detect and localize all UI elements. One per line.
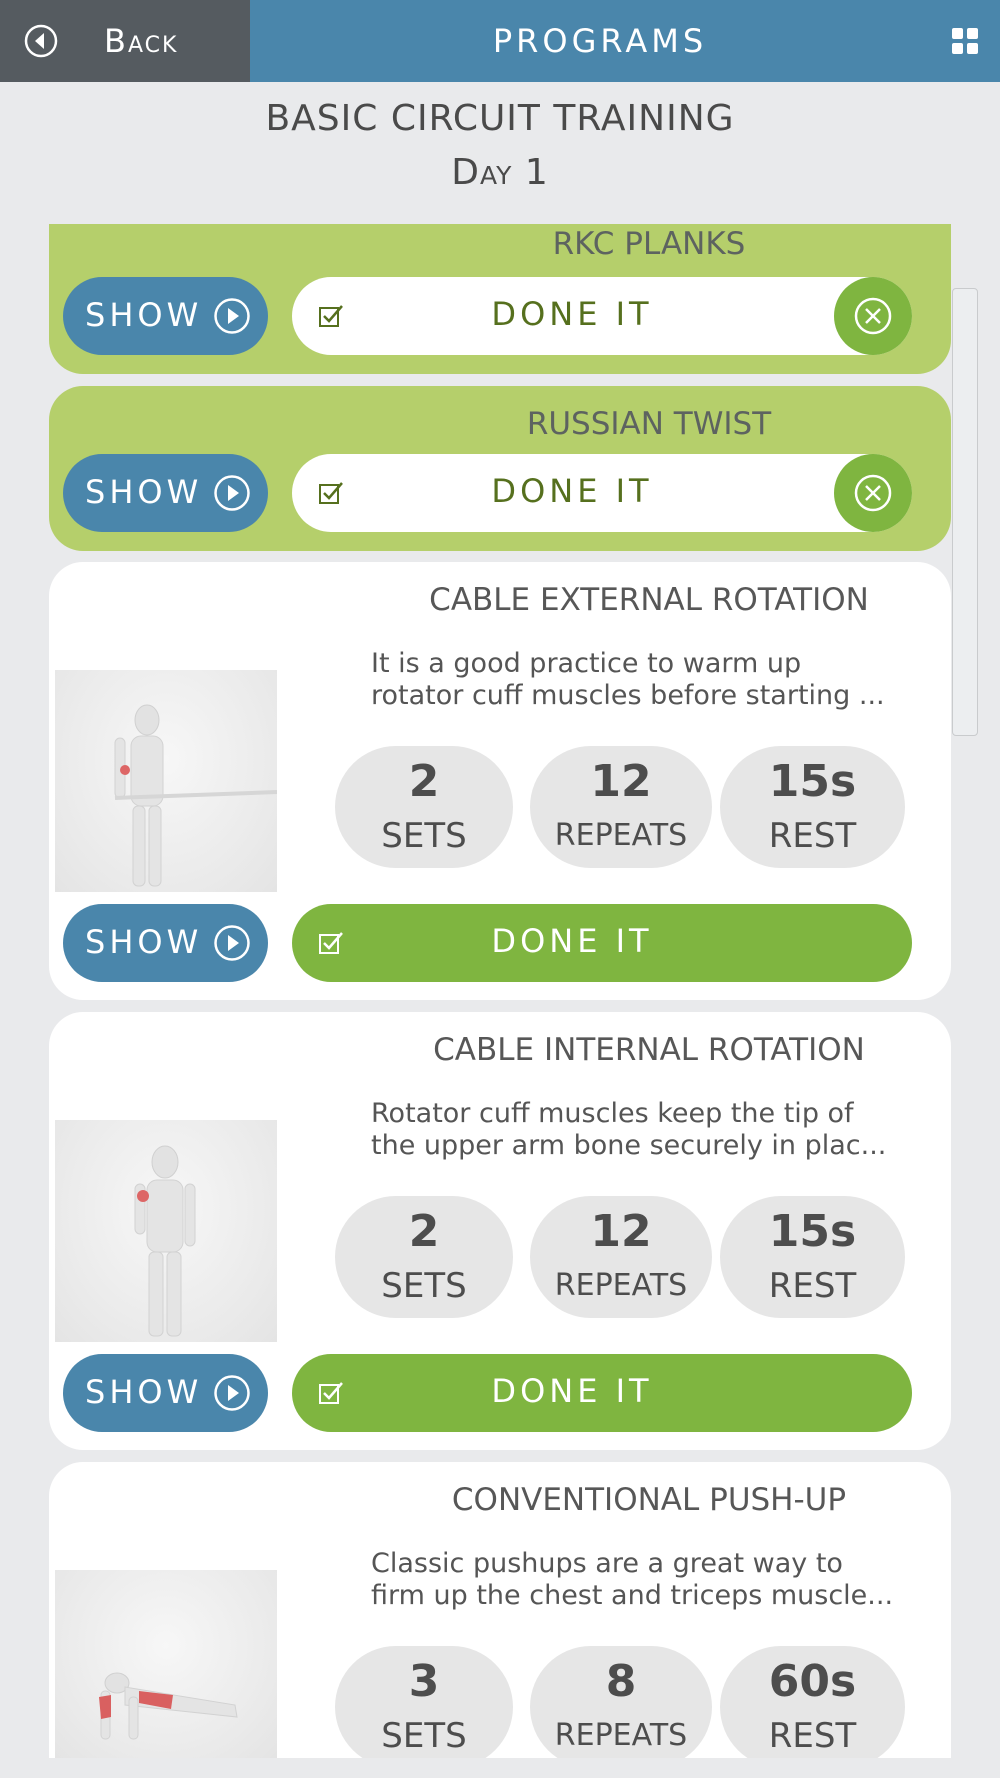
- show-label: SHOW: [85, 1373, 203, 1411]
- exercise-thumbnail[interactable]: [55, 1570, 277, 1758]
- description-line: rotator cuff muscles before starting ...: [371, 680, 885, 711]
- undo-button[interactable]: [834, 454, 912, 532]
- repeats-value: 12: [590, 1206, 652, 1257]
- rest-value: 15s: [768, 756, 857, 807]
- scrollbar-thumb[interactable]: [952, 288, 978, 736]
- anatomy-figure-icon: [134, 1145, 196, 1337]
- show-button[interactable]: SHOW: [63, 1354, 268, 1432]
- sets-label: SETS: [381, 816, 467, 856]
- exercise-card-rkc-planks: RKC PLANKS SHOW DONE IT: [49, 224, 951, 374]
- show-button[interactable]: SHOW: [63, 904, 268, 982]
- anatomy-figure-icon: [99, 1672, 238, 1740]
- exercise-thumbnail[interactable]: [55, 1120, 277, 1342]
- rest-label: REST: [768, 1266, 857, 1306]
- checkbox-icon: [319, 932, 343, 954]
- exercise-title: CABLE EXTERNAL ROTATION: [429, 582, 869, 618]
- rest-badge: 15s REST: [720, 1196, 905, 1318]
- undo-button[interactable]: [834, 277, 912, 355]
- done-label: DONE IT: [491, 295, 653, 333]
- exercise-description: Rotator cuff muscles keep the tip of the…: [371, 1098, 931, 1162]
- rest-value: 15s: [768, 1206, 857, 1257]
- description-line: Classic pushups are a great way to: [371, 1548, 843, 1579]
- rest-value: 60s: [768, 1656, 857, 1707]
- exercise-title: RUSSIAN TWIST: [526, 406, 772, 442]
- done-it-button[interactable]: DONE IT: [292, 1354, 912, 1432]
- show-button[interactable]: SHOW: [63, 454, 268, 532]
- show-label: SHOW: [85, 923, 203, 961]
- grid-menu-icon[interactable]: [952, 28, 978, 54]
- anatomy-figure-icon: [114, 704, 278, 887]
- done-label: DONE IT: [491, 922, 653, 960]
- play-circle-icon: [214, 925, 250, 961]
- play-circle-icon: [214, 475, 250, 511]
- done-label: DONE IT: [491, 472, 653, 510]
- day-subtitle: Day 1: [451, 152, 549, 193]
- sets-badge: 3 SETS: [335, 1646, 513, 1758]
- rest-badge: 15s REST: [720, 746, 905, 868]
- rest-badge: 60s REST: [720, 1646, 905, 1758]
- exercise-card-russian-twist: RUSSIAN TWIST SHOW DONE IT: [49, 386, 951, 551]
- exercise-title: CONVENTIONAL PUSH-UP: [451, 1482, 847, 1518]
- show-label: SHOW: [85, 296, 203, 334]
- exercise-description: It is a good practice to warm up rotator…: [371, 648, 931, 712]
- play-circle-icon: [214, 1375, 250, 1411]
- exercise-card-cable-internal-rotation: CABLE INTERNAL ROTATION Rotator cuff mus…: [49, 1012, 951, 1450]
- repeats-badge: 8 REPEATS: [530, 1646, 712, 1758]
- repeats-label: REPEATS: [554, 1268, 688, 1303]
- repeats-label: REPEATS: [554, 1718, 688, 1753]
- repeats-value: 8: [605, 1656, 637, 1707]
- done-it-button[interactable]: DONE IT: [292, 277, 912, 355]
- sets-label: SETS: [381, 1716, 467, 1756]
- repeats-badge: 12 REPEATS: [530, 1196, 712, 1318]
- repeats-value: 12: [590, 756, 652, 807]
- sets-badge: 2 SETS: [335, 1196, 513, 1318]
- exercise-card-cable-external-rotation: CABLE EXTERNAL ROTATION It is a good pra…: [49, 562, 951, 1000]
- sets-badge: 2 SETS: [335, 746, 513, 868]
- show-label: SHOW: [85, 473, 203, 511]
- exercise-title: CABLE INTERNAL ROTATION: [433, 1032, 865, 1068]
- program-title: BASIC CIRCUIT TRAINING: [265, 98, 735, 139]
- done-label: DONE IT: [491, 1372, 653, 1410]
- checkbox-icon: [319, 305, 343, 327]
- done-it-button[interactable]: DONE IT: [292, 454, 912, 532]
- rest-label: REST: [768, 1716, 857, 1756]
- close-circle-icon: [854, 297, 892, 335]
- repeats-label: REPEATS: [554, 818, 688, 853]
- exercise-thumbnail[interactable]: [55, 670, 278, 892]
- exercise-description: Classic pushups are a great way to firm …: [371, 1548, 931, 1612]
- description-line: It is a good practice to warm up: [371, 648, 802, 679]
- description-line: Rotator cuff muscles keep the tip of: [371, 1098, 854, 1129]
- done-it-button[interactable]: DONE IT: [292, 904, 912, 982]
- back-circle-icon: [24, 24, 58, 58]
- exercise-card-conventional-push-up: CONVENTIONAL PUSH-UP Classic pushups are…: [49, 1462, 951, 1758]
- exercise-title: RKC PLANKS: [552, 226, 746, 262]
- back-label: Back: [104, 22, 179, 60]
- play-circle-icon: [214, 298, 250, 334]
- sets-value: 3: [408, 1656, 440, 1707]
- sets-value: 2: [408, 756, 440, 807]
- description-line: firm up the chest and triceps muscle...: [371, 1580, 894, 1611]
- repeats-badge: 12 REPEATS: [530, 746, 712, 868]
- close-circle-icon: [854, 474, 892, 512]
- checkbox-icon: [319, 482, 343, 504]
- rest-label: REST: [768, 816, 857, 856]
- sets-label: SETS: [381, 1266, 467, 1306]
- back-button[interactable]: Back: [0, 0, 250, 82]
- checkbox-icon: [319, 1382, 343, 1404]
- sets-value: 2: [408, 1206, 440, 1257]
- show-button[interactable]: SHOW: [63, 277, 268, 355]
- description-line: the upper arm bone securely in plac...: [371, 1130, 887, 1161]
- top-bar: Back PROGRAMS: [0, 0, 1000, 82]
- screen-title: PROGRAMS: [492, 22, 708, 60]
